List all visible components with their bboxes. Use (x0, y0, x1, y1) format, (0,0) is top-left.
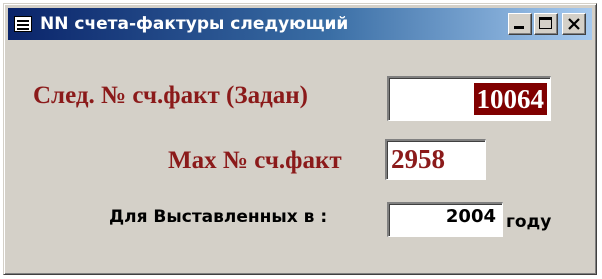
minimize-icon (514, 26, 524, 29)
minimize-button[interactable] (508, 13, 532, 35)
maximize-button[interactable] (534, 13, 558, 35)
title-bar[interactable]: NN счета-фактуры следующий (8, 8, 592, 40)
max-invoice-field[interactable]: 2958 (385, 139, 486, 180)
year-suffix-label: году (506, 212, 552, 232)
year-label: Для Выставленных в : (109, 207, 328, 227)
form-body: След. № сч.факт (Задан) 10064 Max № сч.ф… (8, 42, 592, 270)
close-icon (568, 18, 580, 30)
max-invoice-value: 2958 (391, 144, 445, 174)
year-value: 2004 (445, 206, 496, 227)
year-field[interactable]: 2004 (387, 202, 503, 237)
close-button[interactable] (562, 13, 586, 35)
next-invoice-value: 10064 (473, 83, 547, 115)
dialog-window: NN счета-фактуры следующий След. № сч.фа… (3, 3, 597, 275)
max-invoice-label: Max № сч.факт (168, 147, 342, 174)
form-icon[interactable] (14, 16, 32, 32)
window-title: NN счета-фактуры следующий (40, 14, 349, 34)
next-invoice-field[interactable]: 10064 (387, 76, 551, 121)
maximize-icon (539, 17, 552, 29)
next-invoice-label: След. № сч.факт (Задан) (33, 82, 308, 109)
